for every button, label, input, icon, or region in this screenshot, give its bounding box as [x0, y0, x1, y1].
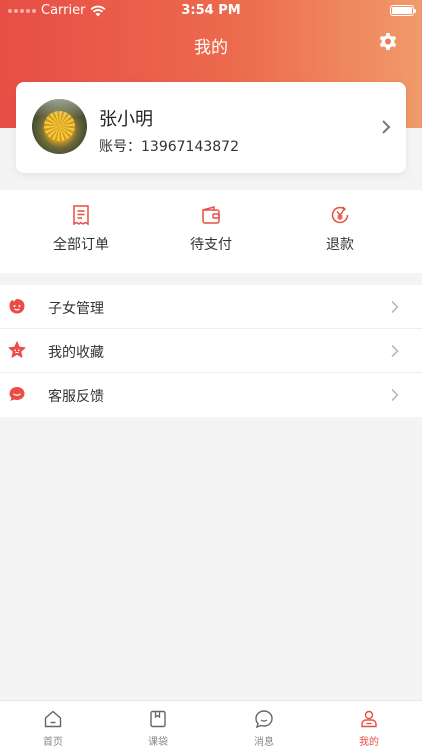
battery-icon [390, 5, 416, 16]
receipt-icon [73, 205, 89, 226]
account-line: 账号：13967143872 [99, 136, 239, 156]
menu-item-children[interactable]: 子女管理 [0, 285, 422, 329]
all-orders-button[interactable]: 全部订单 [26, 204, 136, 254]
refund-button[interactable]: 退款 [285, 204, 395, 254]
menu-list: 子女管理 我的收藏 客服反馈 [0, 285, 422, 417]
status-time: 3:54 PM [181, 3, 241, 18]
chevron-right-icon [391, 344, 399, 358]
tab-label-profile: 我的 [359, 737, 379, 748]
settings-gear-icon[interactable] [376, 31, 400, 55]
status-bar: Carrier 3:54 PM [0, 0, 422, 22]
tab-messages[interactable]: 消息 [234, 709, 294, 748]
order-shortcuts: 全部订单 待支付 退款 [0, 190, 422, 273]
menu-item-support[interactable]: 客服反馈 [0, 373, 422, 417]
user-name: 张小明 [99, 109, 153, 130]
wallet-icon [202, 206, 220, 224]
tab-home[interactable]: 首页 [23, 709, 83, 748]
course-bag-icon [150, 710, 166, 728]
menu-label-children: 子女管理 [48, 301, 104, 317]
pending-payment-button[interactable]: 待支付 [156, 204, 266, 254]
page-title: 我的 [194, 38, 228, 58]
menu-label-support: 客服反馈 [48, 389, 104, 405]
star-icon [8, 341, 26, 358]
chevron-right-icon[interactable] [380, 119, 392, 135]
tab-profile[interactable]: 我的 [339, 709, 399, 748]
tab-bar: 首页 课袋 消息 我的 [0, 700, 422, 750]
message-icon [255, 710, 273, 729]
chevron-right-icon [391, 388, 399, 402]
chat-bubble-icon [9, 387, 25, 401]
tab-course-bag[interactable]: 课袋 [128, 709, 188, 748]
tab-label-home: 首页 [43, 737, 63, 748]
account-number: 13967143872 [141, 139, 239, 155]
tab-label-course-bag: 课袋 [148, 737, 168, 748]
refund-label: 退款 [326, 237, 354, 253]
refund-yen-icon [331, 206, 349, 224]
children-face-icon [9, 299, 25, 314]
pending-payment-label: 待支付 [190, 237, 232, 253]
tab-label-messages: 消息 [254, 737, 274, 748]
menu-label-favorites: 我的收藏 [48, 345, 104, 361]
chevron-right-icon [391, 300, 399, 314]
all-orders-label: 全部订单 [53, 237, 109, 253]
account-label: 账号： [99, 139, 141, 155]
avatar[interactable] [32, 99, 87, 154]
menu-item-favorites[interactable]: 我的收藏 [0, 329, 422, 373]
profile-icon [361, 710, 377, 728]
profile-card[interactable]: 张小明 账号：13967143872 [16, 82, 406, 173]
home-icon [44, 710, 62, 728]
